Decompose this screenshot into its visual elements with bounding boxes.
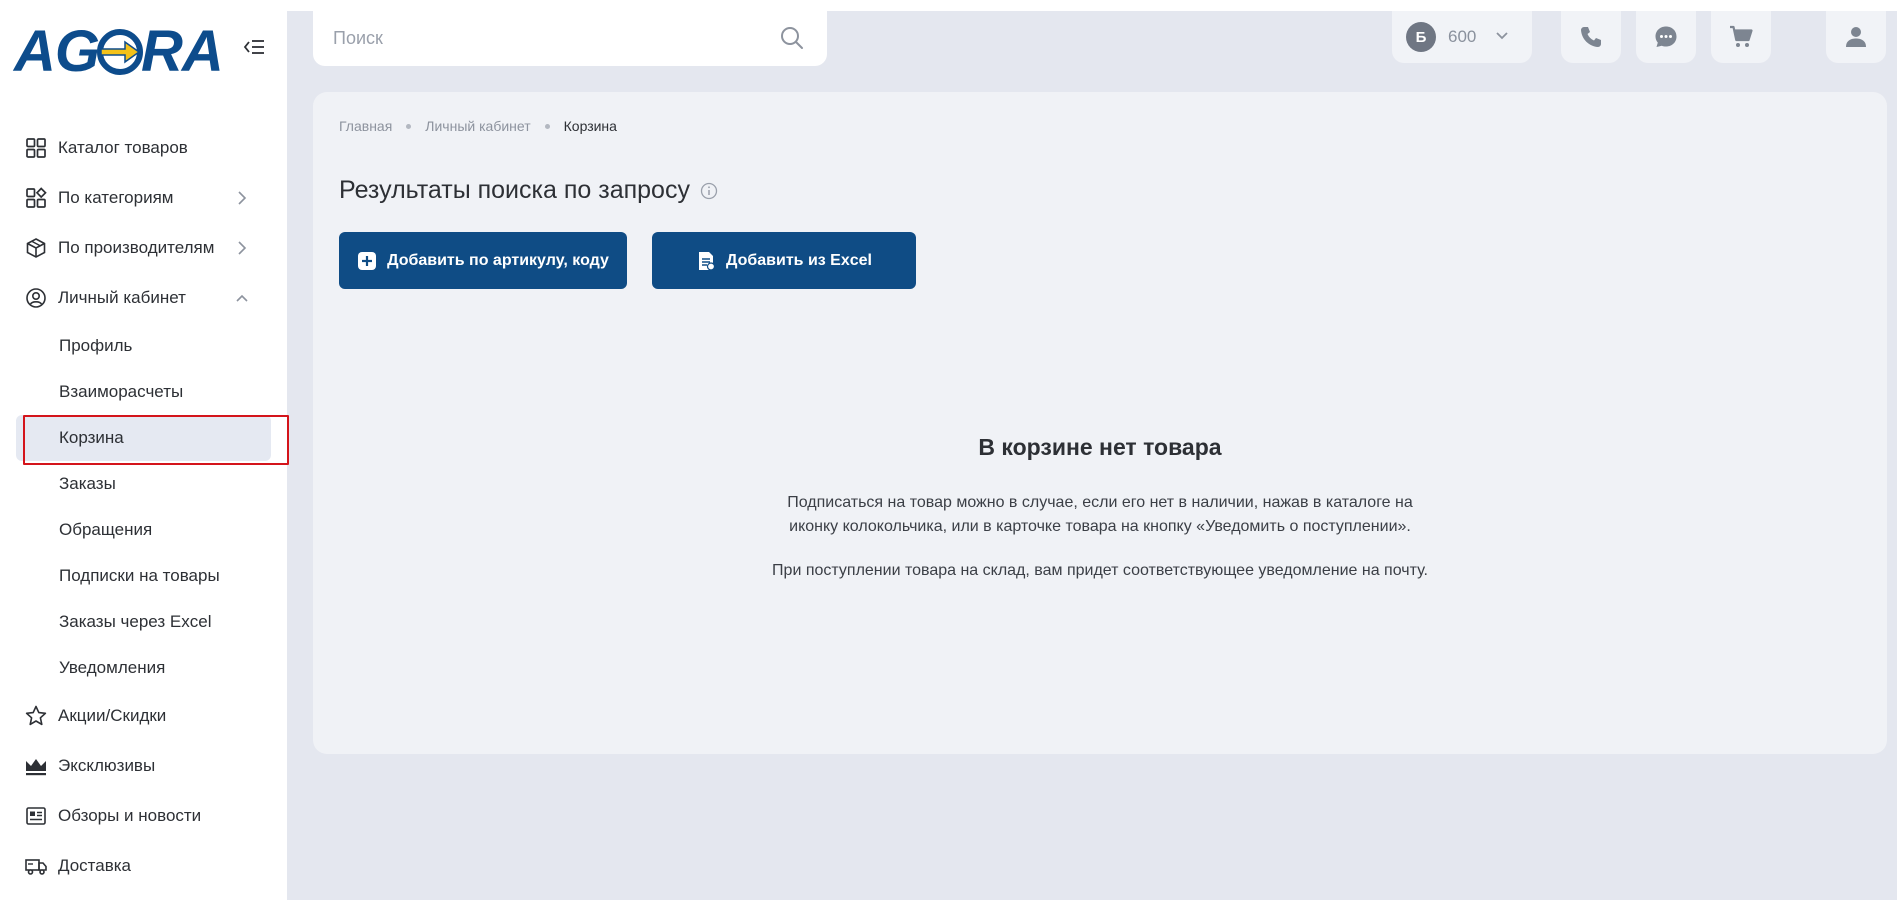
logo[interactable]: A G RA — [14, 19, 224, 84]
sidebar-item-catalog[interactable]: Каталог товаров — [0, 123, 287, 173]
user-icon — [1846, 27, 1866, 47]
logo-text-right: RA — [141, 19, 224, 84]
logo-text-left: A — [14, 19, 56, 84]
info-icon[interactable] — [700, 182, 718, 200]
sidebar-item-promotions[interactable]: Акции/Скидки — [0, 691, 287, 741]
page-title-text: Результаты поиска по запросу — [339, 176, 690, 204]
sidebar-nav: Каталог товаров По категориям По произво… — [0, 123, 289, 891]
sidebar: A G RA Каталог товаров По категориям По … — [0, 11, 289, 900]
empty-cart-title: В корзине нет товара — [978, 434, 1222, 460]
sidebar-item-delivery[interactable]: Доставка — [0, 841, 287, 891]
breadcrumb-account-link[interactable]: Личный кабинет — [425, 118, 530, 134]
logo-arrow-icon — [97, 29, 144, 75]
sidebar-item-news[interactable]: Обзоры и новости — [0, 791, 287, 841]
chevron-down-icon — [1496, 32, 1508, 40]
chevron-right-icon — [238, 191, 247, 205]
breadcrumb: Главная Личный кабинет Корзина — [339, 118, 617, 134]
breadcrumb-home-link[interactable]: Главная — [339, 118, 392, 134]
chat-icon — [1655, 26, 1677, 47]
sidebar-item-label: По категориям — [58, 188, 174, 207]
box-icon — [24, 236, 48, 260]
bonus-amount: 600 — [1448, 27, 1477, 46]
bonus-balance-dropdown[interactable]: Б 600 — [1392, 11, 1532, 63]
cart-button[interactable] — [1711, 11, 1771, 63]
sidebar-subitem-settlements[interactable]: Взаиморасчеты — [0, 369, 287, 415]
logo-text-mid: G — [54, 19, 100, 84]
sidebar-item-manufacturers[interactable]: По производителям — [0, 223, 287, 273]
sidebar-subitem-orders[interactable]: Заказы — [0, 461, 287, 507]
phone-icon — [1581, 27, 1601, 47]
main-panel: Главная Личный кабинет Корзина Результат… — [313, 92, 1887, 754]
sidebar-subitem-cart[interactable]: Корзина — [16, 415, 289, 465]
chevron-up-icon — [236, 294, 248, 302]
phone-button[interactable] — [1561, 11, 1621, 63]
user-circle-icon — [24, 286, 48, 310]
chat-button[interactable] — [1636, 11, 1696, 63]
sidebar-item-label: Эксклюзивы — [58, 756, 156, 775]
sidebar-item-label: Личный кабинет — [58, 288, 186, 307]
breadcrumb-separator — [406, 123, 412, 129]
sidebar-subitem-subscriptions[interactable]: Подписки на товары — [0, 553, 287, 599]
sidebar-item-account[interactable]: Личный кабинет — [0, 273, 287, 323]
collapse-menu-icon — [243, 40, 264, 54]
empty-cart-text-line1: Подписаться на товар можно в случае, есл… — [787, 494, 1413, 511]
sidebar-item-label: Обзоры и новости — [58, 806, 202, 825]
sidebar-item-exclusives[interactable]: Эксклюзивы — [0, 741, 287, 791]
sidebar-item-categories[interactable]: По категориям — [0, 173, 287, 223]
sidebar-item-label: Доставка — [58, 856, 132, 875]
plus-square-icon — [358, 251, 377, 270]
add-from-excel-label: Добавить из Excel — [726, 251, 872, 269]
empty-cart-text-line3: При поступлении товара на склад, вам при… — [772, 562, 1428, 579]
page-title: Результаты поиска по запросу — [339, 176, 718, 205]
collapse-sidebar-button[interactable] — [240, 33, 268, 61]
search-input[interactable] — [333, 28, 773, 49]
bonus-badge: Б — [1406, 22, 1436, 52]
cart-icon — [1730, 25, 1753, 47]
user-profile-button[interactable] — [1826, 11, 1886, 63]
search-icon[interactable] — [779, 25, 805, 51]
top-strip — [0, 0, 1897, 11]
sidebar-subitem-profile[interactable]: Профиль — [0, 323, 287, 369]
chevron-right-icon — [238, 241, 247, 255]
add-from-excel-button[interactable]: Добавить из Excel — [652, 232, 916, 289]
breadcrumb-separator — [544, 123, 550, 129]
document-icon — [699, 251, 716, 271]
star-icon — [24, 704, 48, 728]
newspaper-icon — [24, 804, 48, 828]
sidebar-subitem-excel-orders[interactable]: Заказы через Excel — [0, 599, 287, 645]
crown-icon — [24, 754, 48, 778]
sidebar-item-label: Акции/Скидки — [58, 706, 167, 725]
empty-cart-text-line2: иконку колокольчика, или в карточке това… — [789, 518, 1411, 535]
sidebar-item-label: По производителям — [58, 238, 215, 257]
sidebar-subitem-requests[interactable]: Обращения — [0, 507, 287, 553]
breadcrumb-current: Корзина — [563, 118, 617, 134]
grid-icon — [24, 136, 48, 160]
add-by-code-button[interactable]: Добавить по артикулу, коду — [339, 232, 627, 289]
sidebar-item-label: Каталог товаров — [58, 138, 188, 157]
truck-icon — [24, 854, 48, 878]
sidebar-subitem-notifications[interactable]: Уведомления — [0, 645, 287, 691]
add-by-code-label: Добавить по артикулу, коду — [387, 251, 609, 269]
search-bar — [313, 11, 827, 66]
categories-icon — [24, 186, 48, 210]
